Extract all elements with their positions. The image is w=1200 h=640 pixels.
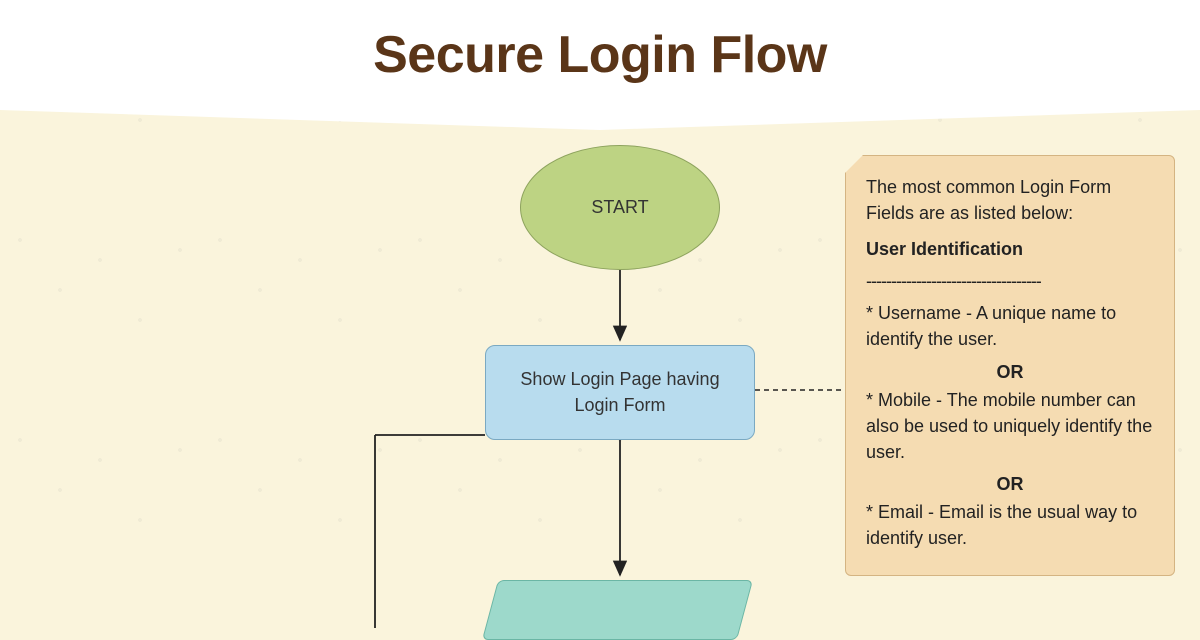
annotation-note: The most common Login Form Fields are as…: [845, 155, 1175, 576]
note-intro: The most common Login Form Fields are as…: [866, 174, 1154, 226]
header-banner: Secure Login Flow: [0, 0, 1200, 110]
note-divider: -----------------------------------: [866, 268, 1154, 294]
note-username: * Username - A unique name to identify t…: [866, 300, 1154, 352]
show-login-node: Show Login Page having Login Form: [485, 345, 755, 440]
page-title: Secure Login Flow: [373, 25, 827, 85]
next-node-partial: [482, 580, 753, 640]
note-mobile: * Mobile - The mobile number can also be…: [866, 387, 1154, 465]
note-heading: User Identification: [866, 239, 1023, 259]
note-email: * Email - Email is the usual way to iden…: [866, 499, 1154, 551]
note-or-2: OR: [866, 471, 1154, 497]
note-or-1: OR: [866, 359, 1154, 385]
start-label: START: [591, 197, 648, 218]
show-login-label: Show Login Page having Login Form: [511, 367, 729, 417]
start-node: START: [520, 145, 720, 270]
